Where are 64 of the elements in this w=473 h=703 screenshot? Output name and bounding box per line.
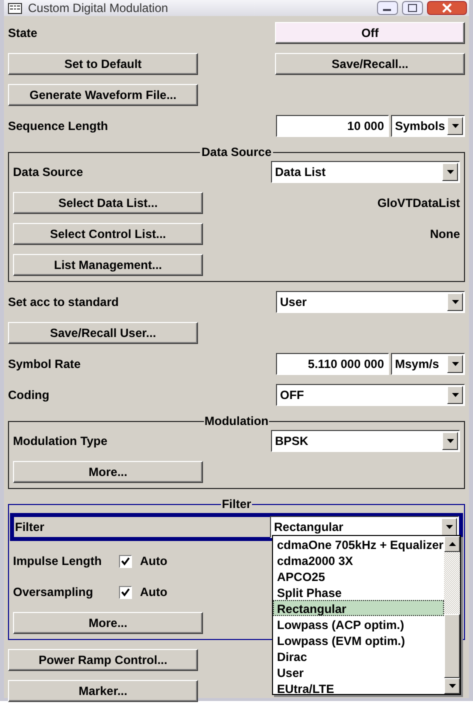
caret-icon	[452, 393, 458, 397]
button[interactable]: Generate Waveform File...	[8, 84, 198, 106]
field-label: Modulation Type	[13, 433, 108, 450]
button[interactable]: Select Data List...	[13, 192, 203, 214]
list-option[interactable]: Lowpass (EVM optim.)	[273, 632, 444, 648]
button[interactable]: More...	[13, 461, 203, 483]
caret-icon	[452, 300, 458, 304]
caret-icon	[448, 684, 456, 688]
button[interactable]: Select Control List...	[13, 223, 203, 245]
list-option[interactable]: Dirac	[273, 648, 444, 664]
dropdown[interactable]: Msym/s	[391, 353, 465, 375]
caret-icon	[446, 525, 452, 529]
button[interactable]: List Management...	[13, 254, 203, 276]
field-label: Oversampling	[13, 584, 94, 601]
list-option[interactable]: Split Phase	[273, 584, 444, 600]
number-field[interactable]: 10 000	[276, 115, 389, 137]
list-option[interactable]: EUtra/LTE	[273, 680, 444, 696]
button[interactable]: Marker...	[8, 680, 198, 702]
group-title: Data Source	[200, 146, 273, 158]
button[interactable]: Power Ramp Control...	[8, 649, 198, 671]
field-label: Data Source	[13, 164, 84, 181]
scrollbar[interactable]	[444, 536, 460, 694]
field-label: State	[8, 25, 38, 42]
button[interactable]: More...	[13, 612, 203, 634]
button[interactable]: Set to Default	[8, 53, 198, 75]
app-icon	[8, 2, 22, 14]
checkbox[interactable]	[119, 586, 132, 598]
dropdown[interactable]: Data List	[271, 161, 460, 183]
field-label: Coding	[8, 387, 50, 404]
group-title: Modulation	[204, 415, 270, 427]
maximize-icon[interactable]	[402, 1, 423, 15]
checkbox[interactable]	[119, 554, 132, 568]
caret-icon	[446, 439, 454, 443]
list-option[interactable]: cdmaOne 705kHz + Equalizer	[273, 536, 444, 552]
button[interactable]: Save/Recall...	[275, 53, 465, 75]
value-text: GloVTDataList	[376, 195, 460, 212]
field-label: Impulse Length	[13, 553, 103, 570]
button[interactable]: Off	[275, 22, 465, 44]
caret-icon	[446, 170, 454, 174]
number-field[interactable]: 5.110 000 000	[276, 353, 389, 375]
dropdown[interactable]: Symbols	[391, 115, 465, 137]
dropdown[interactable]: User	[276, 291, 465, 313]
minimize-icon[interactable]	[377, 1, 398, 15]
field-label: Symbol Rate	[8, 356, 81, 373]
checkbox-label: Auto	[140, 584, 168, 601]
checkbox-label: Auto	[140, 553, 168, 570]
list-option[interactable]: APCO25	[273, 568, 444, 584]
close-icon[interactable]	[427, 1, 467, 15]
caret-icon	[448, 542, 456, 546]
list-option[interactable]: Rectangular	[273, 600, 444, 616]
dropdown[interactable]: OFF	[276, 384, 465, 406]
group-title: Filter	[220, 498, 252, 510]
field-label: Filter	[15, 519, 44, 536]
list-option[interactable]: cdma2000 3X	[273, 552, 444, 568]
value-text: None	[429, 226, 460, 243]
caret-icon	[452, 124, 458, 128]
list-option[interactable]: User	[273, 664, 444, 680]
field-label: Sequence Length	[8, 118, 108, 135]
field-label: Set acc to standard	[8, 294, 119, 311]
list-option[interactable]: Lowpass (ACP optim.)	[273, 616, 444, 632]
dropdown[interactable]: BPSK	[271, 430, 460, 452]
button[interactable]: Save/Recall User...	[8, 322, 198, 344]
caret-icon	[452, 362, 458, 366]
window-title: Custom Digital Modulation	[28, 1, 168, 15]
